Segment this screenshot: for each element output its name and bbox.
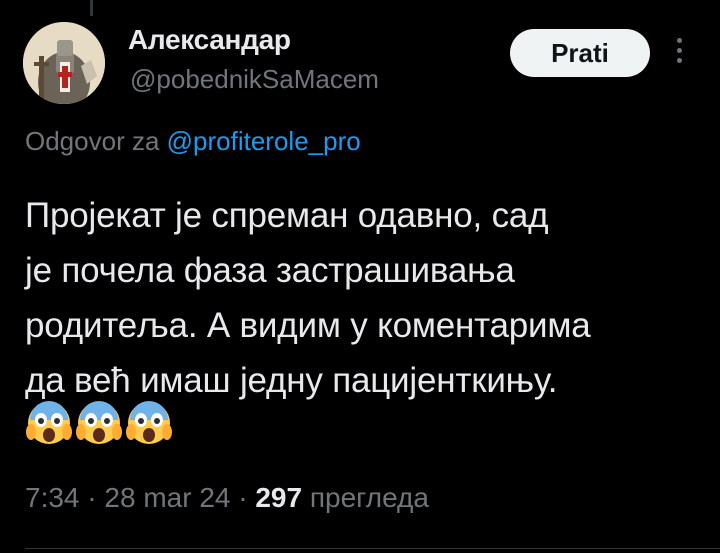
reply-mention-link[interactable]: @profiterole_pro [167,126,361,156]
divider [25,548,720,549]
meta-separator: · [238,482,248,513]
knight-avatar-image [23,22,105,104]
tweet-time[interactable]: 7:34 [25,482,80,513]
reply-context: Odgovor za @profiterole_pro [25,126,361,157]
screaming-face-icon [76,401,122,444]
tweet-text: Пројекат је спреман одавно, сад је почел… [25,188,715,408]
author-handle[interactable]: @pobednikSaMacem [130,64,379,95]
screaming-face-icon [26,401,72,444]
emoji-row [25,398,173,446]
tweet-date[interactable]: 28 mar 24 [104,482,230,513]
tweet-line: је почела фаза застрашивања [25,251,515,290]
reply-prefix: Odgovor za [25,126,160,156]
views-count[interactable]: 297 [255,482,302,513]
thread-connector-line [90,0,93,16]
screaming-face-icon [126,401,172,444]
meta-separator: · [87,482,97,513]
avatar[interactable] [23,22,105,104]
tweet-line: Пројекат је спреман одавно, сад [25,196,549,235]
more-options-icon[interactable] [668,38,690,68]
author-name[interactable]: Александар [128,24,291,56]
views-label: прегледа [309,482,429,513]
tweet-meta: 7:34 · 28 mar 24 · 297 прегледа [25,482,429,514]
follow-button[interactable]: Prati [510,29,650,77]
tweet-line: родитеља. А видим у коментарима [25,306,591,345]
